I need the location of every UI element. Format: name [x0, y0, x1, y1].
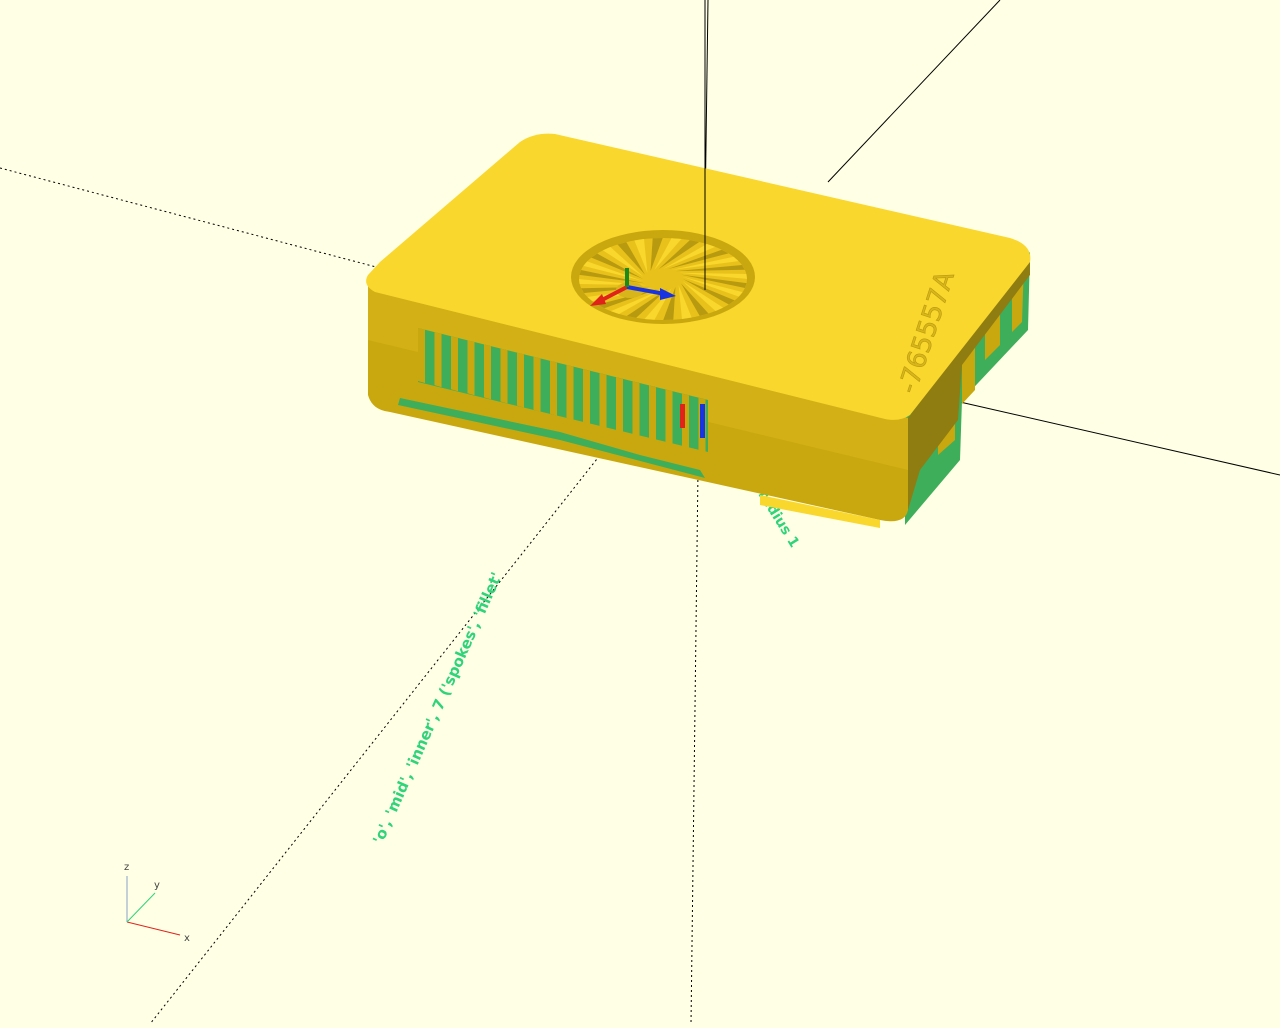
- annotation-long: 'o', 'mid', 'inner', 7 ('spokes', 'fille…: [369, 569, 506, 846]
- gizmo-y-axis: [126, 892, 156, 923]
- vent-slat: [533, 356, 541, 412]
- vent-slat: [632, 381, 640, 437]
- vent-slat: [566, 364, 574, 420]
- enclosure-model[interactable]: -765557A: [366, 133, 1031, 528]
- vent-slat: [467, 340, 475, 396]
- fan-grille: [571, 230, 755, 324]
- gizmo-z-label: z: [124, 862, 129, 873]
- axis-line-vertical-down: [690, 469, 699, 1025]
- axis-line-right: [959, 401, 1280, 476]
- viewport-canvas[interactable]: 'o', 'mid', 'inner', 7 ('spokes', 'fille…: [0, 0, 1280, 1025]
- axis-line-diagonal-ne: [827, 0, 1001, 183]
- vent-slat: [665, 389, 673, 445]
- axis-line-left: [0, 167, 381, 269]
- vent-slat: [484, 344, 491, 400]
- vent-slat: [649, 385, 656, 441]
- gizmo-y-label: y: [154, 880, 160, 891]
- vent-slat: [616, 377, 623, 433]
- gizmo-x-label: x: [184, 933, 190, 944]
- vent-slat: [583, 369, 590, 424]
- axis-gizmo: z y x: [124, 862, 190, 944]
- vent-slat: [500, 348, 508, 404]
- vent-slat: [451, 336, 458, 392]
- 3d-viewport[interactable]: 'o', 'mid', 'inner', 7 ('spokes', 'fille…: [0, 0, 1280, 1025]
- vent-slat: [517, 352, 524, 408]
- vent-slat: [550, 360, 557, 416]
- axis-line-diagonal-sw: [149, 439, 613, 1025]
- vent-slat: [599, 373, 607, 429]
- annotation-long-text: 'o', 'mid', 'inner', 7 ('spokes', 'fille…: [369, 569, 506, 846]
- vent-slat: [434, 332, 442, 388]
- vent-slat: [418, 328, 425, 383]
- gizmo-x-axis: [126, 921, 181, 936]
